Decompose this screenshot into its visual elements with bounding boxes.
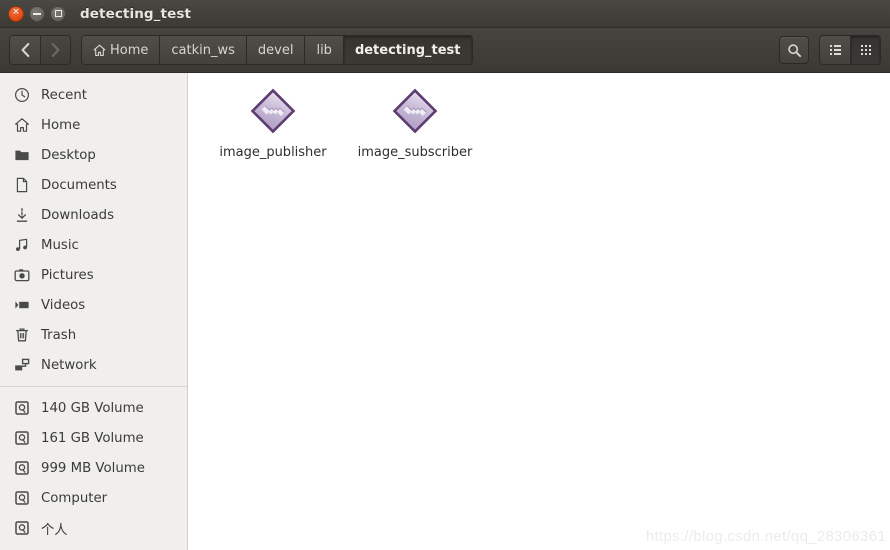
list-view-icon bbox=[829, 45, 841, 55]
clock-icon bbox=[13, 86, 31, 104]
window-body: Recent Home Desktop Documents Downloads … bbox=[0, 73, 890, 550]
file-label: image_publisher bbox=[219, 145, 327, 160]
music-icon bbox=[13, 236, 31, 254]
home-icon bbox=[13, 116, 31, 134]
sidebar-item-downloads[interactable]: Downloads bbox=[0, 200, 187, 230]
sidebar-item-desktop[interactable]: Desktop bbox=[0, 140, 187, 170]
navigation-buttons bbox=[9, 35, 71, 65]
document-icon bbox=[13, 176, 31, 194]
maximize-button[interactable] bbox=[50, 5, 66, 22]
sidebar-item-label: 140 GB Volume bbox=[41, 400, 144, 416]
breadcrumb-item-home[interactable]: Home bbox=[82, 36, 160, 64]
breadcrumb-label: lib bbox=[316, 42, 332, 58]
sidebar-item-label: Music bbox=[41, 237, 79, 253]
sidebar-item-home[interactable]: Home bbox=[0, 110, 187, 140]
breadcrumb-item-catkin-ws[interactable]: catkin_ws bbox=[159, 36, 246, 64]
drive-icon bbox=[13, 429, 31, 447]
forward-button[interactable] bbox=[40, 36, 70, 64]
chevron-left-icon bbox=[21, 43, 29, 57]
toolbar: Home catkin_ws devel lib detecting_test bbox=[0, 28, 890, 73]
sidebar-item-trash[interactable]: Trash bbox=[0, 320, 187, 350]
sidebar-item-label: 161 GB Volume bbox=[41, 430, 144, 446]
breadcrumb-label: catkin_ws bbox=[171, 42, 235, 58]
file-label: image_subscriber bbox=[357, 145, 473, 160]
video-icon bbox=[13, 296, 31, 314]
file-manager-window: ✕ detecting_test Home catkin_ws devel li… bbox=[0, 0, 890, 550]
sidebar-item-pictures[interactable]: Pictures bbox=[0, 260, 187, 290]
window-title: detecting_test bbox=[80, 5, 192, 22]
drive-icon bbox=[13, 489, 31, 507]
window-controls: ✕ bbox=[8, 5, 66, 22]
sidebar-item-label: 999 MB Volume bbox=[41, 460, 145, 476]
search-button[interactable] bbox=[779, 36, 809, 64]
sidebar-item-documents[interactable]: Documents bbox=[0, 170, 187, 200]
sidebar-item-videos[interactable]: Videos bbox=[0, 290, 187, 320]
view-toggle-group bbox=[819, 35, 881, 65]
sidebar-divider bbox=[0, 386, 187, 387]
sidebar-item-volume-999mb[interactable]: 999 MB Volume bbox=[0, 453, 187, 483]
close-button[interactable]: ✕ bbox=[8, 5, 24, 22]
sidebar-item-label: 个人 bbox=[41, 522, 68, 538]
breadcrumb-item-devel[interactable]: devel bbox=[245, 36, 305, 64]
sidebar-item-label: Recent bbox=[41, 87, 87, 103]
breadcrumb-item-detecting-test[interactable]: detecting_test bbox=[342, 36, 472, 64]
camera-icon bbox=[13, 266, 31, 284]
folder-icon bbox=[13, 146, 31, 164]
breadcrumb: Home catkin_ws devel lib detecting_test bbox=[81, 35, 473, 65]
sidebar-item-label: Downloads bbox=[41, 207, 115, 223]
sidebar-item-volume-140gb[interactable]: 140 GB Volume bbox=[0, 393, 187, 423]
title-bar: ✕ detecting_test bbox=[0, 0, 890, 28]
drive-icon bbox=[13, 399, 31, 417]
sidebar: Recent Home Desktop Documents Downloads … bbox=[0, 73, 188, 550]
sidebar-item-volume-geren[interactable]: 个人 bbox=[0, 513, 187, 543]
sidebar-item-label: Videos bbox=[41, 297, 86, 313]
sidebar-item-label: Home bbox=[41, 117, 81, 133]
breadcrumb-label: Home bbox=[110, 42, 149, 58]
file-list-area[interactable]: image_publisher image_subscriber https:/… bbox=[188, 73, 890, 550]
home-icon bbox=[93, 44, 106, 56]
chevron-right-icon bbox=[51, 43, 60, 57]
sidebar-item-computer[interactable]: Computer bbox=[0, 483, 187, 513]
executable-icon bbox=[391, 87, 439, 139]
breadcrumb-item-lib[interactable]: lib bbox=[304, 36, 343, 64]
search-icon bbox=[787, 43, 801, 57]
sidebar-item-label: Pictures bbox=[41, 267, 94, 283]
sidebar-item-recent[interactable]: Recent bbox=[0, 80, 187, 110]
list-view-button[interactable] bbox=[820, 36, 850, 64]
file-grid: image_publisher image_subscriber bbox=[188, 73, 890, 168]
minimize-icon bbox=[33, 12, 41, 15]
breadcrumb-label: devel bbox=[257, 42, 294, 58]
grid-view-button[interactable] bbox=[850, 36, 880, 64]
breadcrumb-label: detecting_test bbox=[354, 42, 461, 58]
sidebar-item-label: Documents bbox=[41, 177, 117, 193]
minimize-button[interactable] bbox=[29, 5, 45, 22]
sidebar-item-label: Network bbox=[41, 357, 97, 373]
sidebar-item-label: Desktop bbox=[41, 147, 96, 163]
maximize-icon bbox=[54, 10, 62, 17]
back-button[interactable] bbox=[10, 36, 40, 64]
grid-view-icon bbox=[860, 45, 871, 55]
file-item[interactable]: image_publisher bbox=[202, 81, 344, 168]
sidebar-item-network[interactable]: Network bbox=[0, 350, 187, 380]
sidebar-item-volume-161gb[interactable]: 161 GB Volume bbox=[0, 423, 187, 453]
sidebar-item-label: Computer bbox=[41, 490, 108, 506]
watermark: https://blog.csdn.net/qq_28306361 bbox=[645, 528, 886, 545]
trash-icon bbox=[13, 326, 31, 344]
file-item[interactable]: image_subscriber bbox=[344, 81, 486, 168]
download-icon bbox=[13, 206, 31, 224]
sidebar-item-volume-shiyanshi[interactable]: 实验室 bbox=[0, 543, 187, 550]
sidebar-item-music[interactable]: Music bbox=[0, 230, 187, 260]
network-icon bbox=[13, 356, 31, 374]
executable-icon bbox=[249, 87, 297, 139]
drive-icon bbox=[13, 519, 31, 537]
close-icon: ✕ bbox=[12, 7, 20, 18]
drive-icon bbox=[13, 459, 31, 477]
sidebar-item-label: Trash bbox=[41, 327, 77, 343]
